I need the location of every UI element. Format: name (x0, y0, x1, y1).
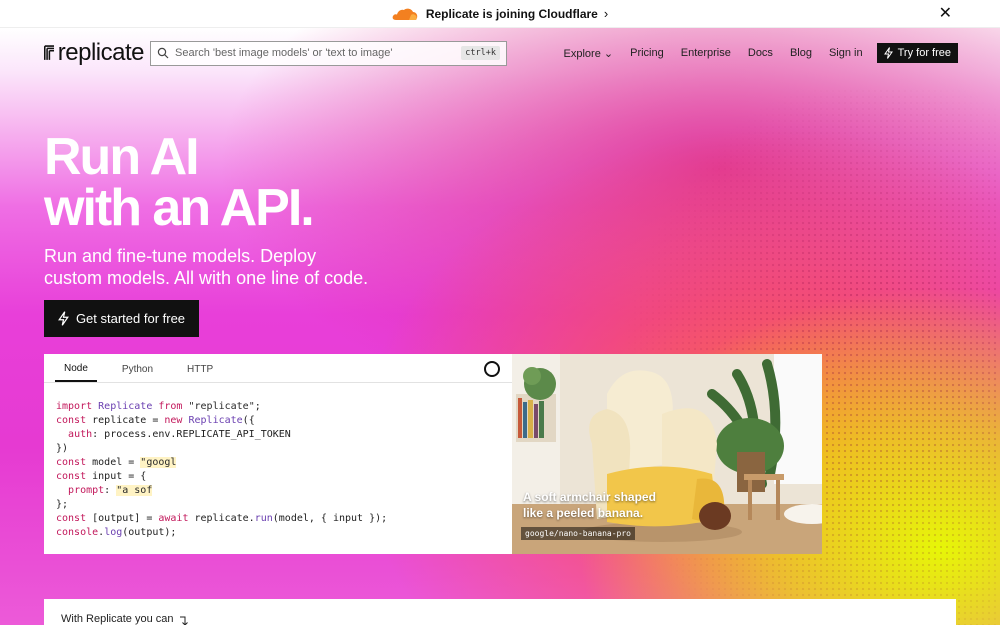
search-icon (157, 47, 169, 59)
loading-spinner-icon (484, 361, 500, 377)
code-block: Node Python HTTP import Replicate from "… (44, 354, 512, 554)
nav-link-blog[interactable]: Blog (790, 47, 812, 59)
chevron-down-icon: ⌄ (603, 47, 614, 60)
replicate-logo-icon (44, 45, 55, 60)
logo-text: replicate (57, 39, 145, 66)
hero-subtitle: Run and fine-tune models. Deploy custom … (44, 245, 404, 289)
search-shortcut: ctrl+k (461, 46, 500, 60)
tab-http[interactable]: HTTP (178, 364, 222, 382)
top-nav: replicate Search 'best image models' or … (44, 39, 958, 67)
nav-link-enterprise[interactable]: Enterprise (681, 47, 731, 59)
section-label: With Replicate you can (61, 613, 174, 625)
cloudflare-cloud-icon (392, 8, 418, 20)
hero-title-line-1: Run AI (44, 128, 200, 186)
hero-title: Run AI with an API. (44, 128, 315, 237)
hero-title-line-2: with an API. (44, 179, 315, 237)
announcement-bar[interactable]: Replicate is joining Cloudflare › ✕ (0, 0, 1000, 28)
image-caption-line-1: A soft armchair shaped (523, 490, 656, 504)
replicate-logo[interactable]: replicate (44, 39, 145, 67)
hero-subtitle-line-1: Run and fine-tune models. Deploy (44, 246, 317, 266)
tab-python[interactable]: Python (113, 364, 162, 382)
nav-link-pricing[interactable]: Pricing (630, 47, 664, 59)
try-for-free-button[interactable]: Try for free (876, 43, 958, 63)
image-caption: A soft armchair shaped like a peeled ban… (523, 489, 656, 521)
image-caption-line-2: like a peeled banana. (523, 506, 644, 520)
close-icon[interactable]: ✕ (939, 5, 952, 23)
example-output-image: A soft armchair shaped like a peeled ban… (512, 354, 822, 554)
search-input[interactable]: Search 'best image models' or 'text to i… (150, 40, 507, 66)
model-tag[interactable]: google/nano-banana-pro (521, 527, 635, 540)
chevron-right-icon: › (603, 6, 609, 21)
code-snippet[interactable]: import Replicate from "replicate"; const… (44, 383, 512, 540)
nav-link-docs[interactable]: Docs (748, 47, 773, 59)
nav-links: Explore ⌄ Pricing Enterprise Docs Blog S… (564, 43, 958, 63)
arrow-down-right-icon (179, 616, 188, 625)
armchair-image (512, 354, 822, 554)
announcement-text[interactable]: Replicate is joining Cloudflare (426, 7, 598, 21)
lightning-icon (57, 311, 69, 326)
hero-subtitle-line-2: custom models. All with one line of code… (44, 268, 369, 288)
search-placeholder: Search 'best image models' or 'text to i… (175, 47, 393, 59)
lightning-icon (883, 47, 893, 59)
nav-link-explore[interactable]: Explore ⌄ (564, 47, 614, 60)
features-section: With Replicate you can (44, 599, 956, 625)
code-example-panel: Node Python HTTP import Replicate from "… (44, 354, 822, 554)
nav-link-sign-in[interactable]: Sign in (829, 47, 863, 59)
tab-node[interactable]: Node (55, 363, 97, 382)
get-started-button[interactable]: Get started for free (44, 300, 199, 337)
language-tabs: Node Python HTTP (44, 354, 512, 383)
